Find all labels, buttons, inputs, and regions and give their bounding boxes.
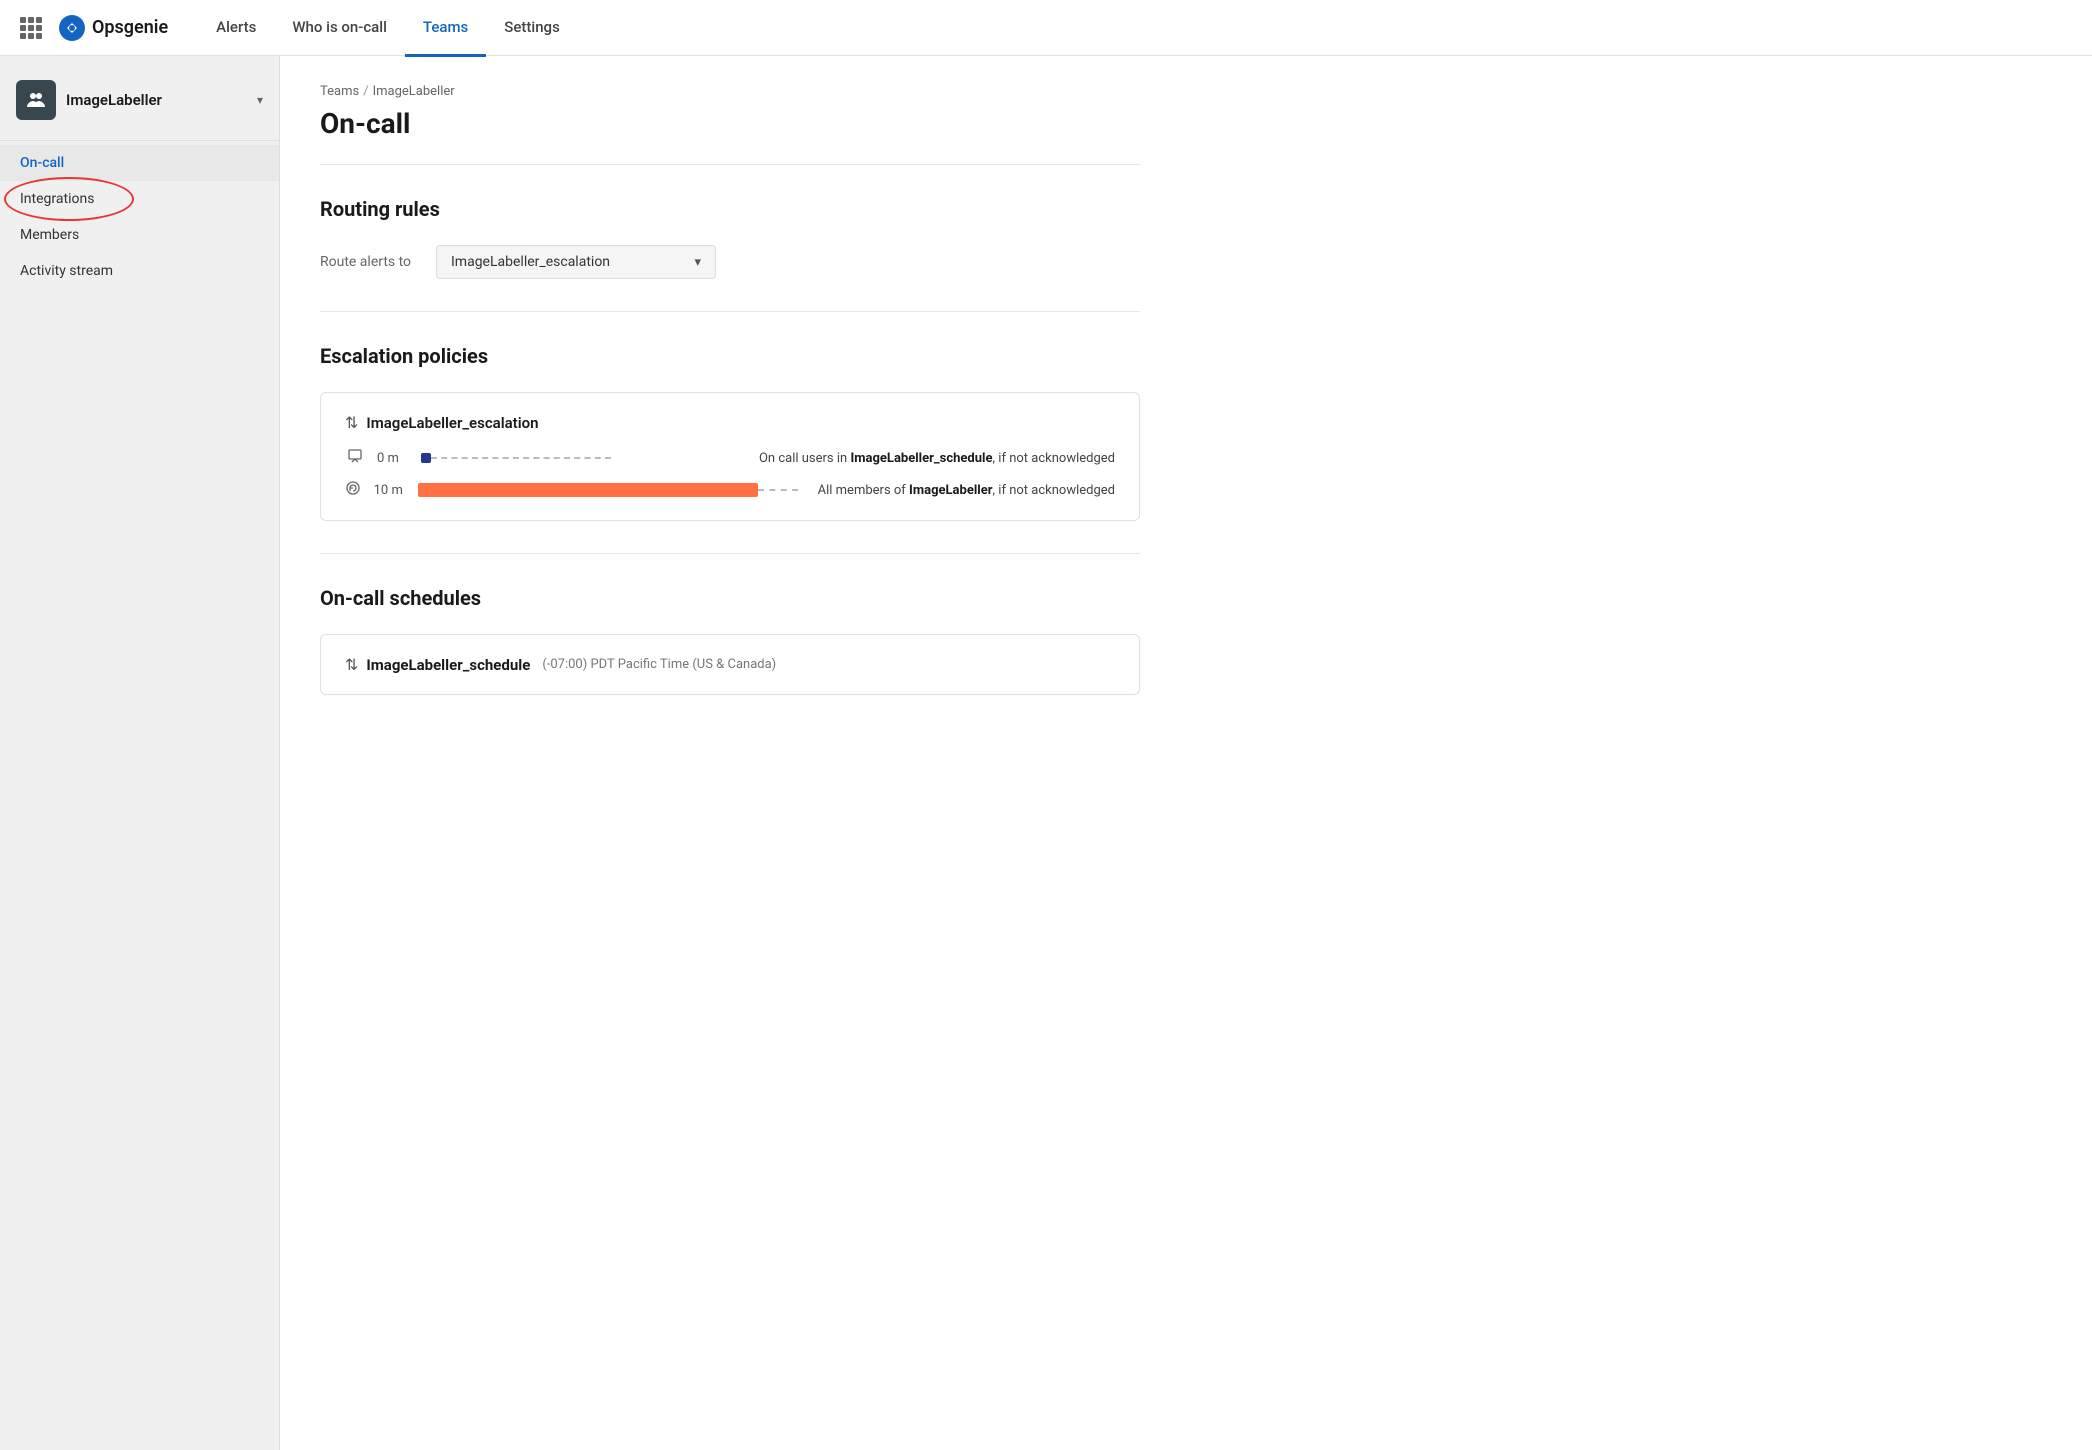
team-selector[interactable]: ImageLabeller ▾ [0,72,279,136]
routing-select-value: ImageLabeller_escalation [451,254,684,270]
sidebar-nav: On-call Integrations Members Activity st… [0,145,279,289]
policy-bar-dot-0 [421,453,431,463]
routing-rules-title: Routing rules [320,197,1140,221]
policy-desc-0: On call users in ImageLabeller_schedule,… [759,451,1115,466]
main-content: Teams / ImageLabeller On-call Routing ru… [280,56,2092,1450]
page-title: On-call [320,107,1140,140]
notification-icon [345,448,365,468]
logo-text: Opsgenie [92,17,168,38]
routing-row: Route alerts to ImageLabeller_escalation… [320,245,1140,279]
escalation-policy-card: ⇅ ImageLabeller_escalation 0 m [320,392,1140,521]
content-inner: Teams / ImageLabeller On-call Routing ru… [280,56,1180,755]
policy-bar-orange [418,483,758,497]
layout: ImageLabeller ▾ On-call Integrations Mem… [0,56,2092,1450]
team-name: ImageLabeller [66,91,247,109]
escalation-policies-section: Escalation policies ⇅ ImageLabeller_esca… [320,311,1140,553]
breadcrumb-separator: / [363,84,368,99]
schedule-card: ⇅ ImageLabeller_schedule (-07:00) PDT Pa… [320,634,1140,695]
nav-links: Alerts Who is on-call Teams Settings [198,0,578,55]
policy-time-0: 0 m [377,451,409,466]
policy-name: ImageLabeller_escalation [366,414,538,432]
logo[interactable]: Opsgenie [58,14,168,42]
nav-who-is-on-call[interactable]: Who is on-call [274,1,405,57]
routing-rules-section: Routing rules Route alerts to ImageLabel… [320,164,1140,311]
escalation-policies-title: Escalation policies [320,344,1140,368]
escalation-sort-icon: ⇅ [345,413,358,432]
policy-time-1: 10 m [374,483,406,498]
breadcrumb-current: ImageLabeller [373,84,455,99]
breadcrumb: Teams / ImageLabeller [320,84,1140,99]
sidebar-item-members[interactable]: Members [0,217,279,253]
on-call-schedules-title: On-call schedules [320,586,1140,610]
sidebar-item-activity-stream[interactable]: Activity stream [0,253,279,289]
policy-desc-1: All members of ImageLabeller, if not ack… [818,483,1115,498]
policy-row-1: 10 m All members of ImageLabeller, if no… [345,480,1115,500]
policy-row-0: 0 m On call users in ImageLabeller_sched… [345,448,1115,468]
schedule-sort-icon: ⇅ [345,655,358,674]
repeat-icon [345,480,362,500]
grid-icon[interactable] [20,17,42,39]
sidebar: ImageLabeller ▾ On-call Integrations Mem… [0,56,280,1450]
policy-bar-dashed-right-1 [758,489,798,491]
team-avatar-icon [25,89,47,111]
on-call-schedules-section: On-call schedules ⇅ ImageLabeller_schedu… [320,553,1140,727]
opsgenie-logo-icon [58,14,86,42]
routing-select-chevron-icon: ▾ [694,255,701,270]
policy-bar-1 [418,483,798,497]
sidebar-item-integrations[interactable]: Integrations [0,181,279,217]
team-avatar [16,80,56,120]
team-chevron-icon: ▾ [257,93,263,107]
routing-select-dropdown[interactable]: ImageLabeller_escalation ▾ [436,245,716,279]
policy-header: ⇅ ImageLabeller_escalation [345,413,1115,432]
breadcrumb-teams-link[interactable]: Teams [320,84,359,99]
nav-settings[interactable]: Settings [486,1,578,57]
schedule-timezone: (-07:00) PDT Pacific Time (US & Canada) [542,657,776,672]
nav-teams[interactable]: Teams [405,1,486,57]
schedule-name: ImageLabeller_schedule [366,656,530,674]
policy-bar-dashed-0 [431,457,611,459]
sidebar-divider [0,140,279,141]
top-nav: Opsgenie Alerts Who is on-call Teams Set… [0,0,2092,56]
policy-bar-0 [421,453,739,463]
schedule-header: ⇅ ImageLabeller_schedule (-07:00) PDT Pa… [345,655,1115,674]
nav-alerts[interactable]: Alerts [198,1,274,57]
sidebar-item-on-call[interactable]: On-call [0,145,279,181]
routing-label: Route alerts to [320,254,420,270]
